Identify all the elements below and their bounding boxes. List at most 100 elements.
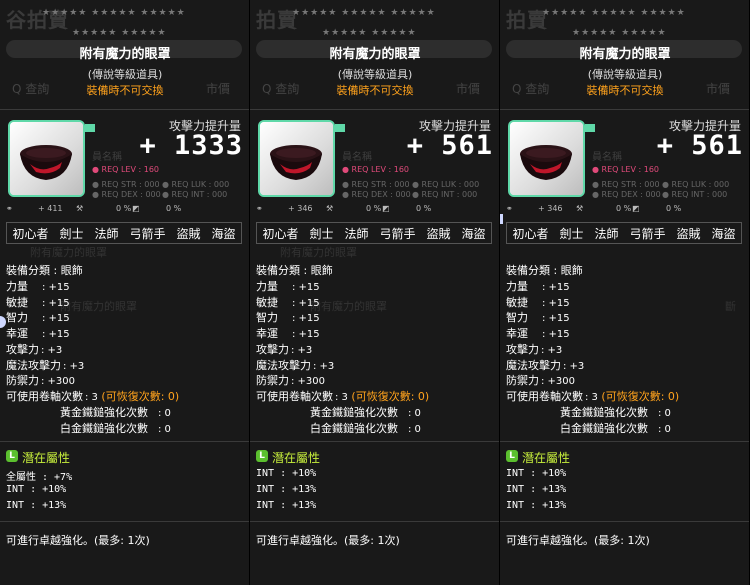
eye-patch-icon <box>270 145 322 180</box>
stat-int: 智力: +15 <box>6 311 70 324</box>
job-pirate: 海盜 <box>711 226 736 241</box>
stat-platinum-hammer: 白金鐵鎚強化次數: 0 <box>560 422 671 435</box>
transcendence-note: 可進行卓越強化。(最多: 1次) <box>256 534 400 547</box>
divider <box>500 521 749 522</box>
stat-dex: 敏捷: +15 <box>256 296 320 309</box>
attack-increase-value: + 561 <box>406 130 493 161</box>
transcendence-note: 可進行卓越強化。(最多: 1次) <box>6 534 150 547</box>
job-beginner: 初心者 <box>512 226 549 241</box>
job-warrior: 劍士 <box>309 226 334 241</box>
stat-magic-attack: 魔法攻擊力: +3 <box>256 359 335 372</box>
potential-line-1: INT: +10% <box>506 468 567 479</box>
potential-title: 潛在屬性 <box>22 451 71 465</box>
upgrade-pct-1: 0 % <box>616 204 632 213</box>
req-level: ● REQ LEV : 160 <box>92 165 160 174</box>
divider <box>500 109 749 110</box>
stat-golden-hammer: 黃金鐵鎚強化次數: 0 <box>60 406 171 419</box>
trade-restriction: 裝備時不可交換 <box>586 84 664 97</box>
stat-platinum-hammer: 白金鐵鎚強化次數: 0 <box>60 422 171 435</box>
cursor-marker <box>500 214 503 224</box>
item-name: 附有魔力的眼罩 <box>579 47 671 62</box>
upgrade-pct-2: 0 % <box>166 204 182 213</box>
trade-restriction: 裝備時不可交換 <box>336 84 414 97</box>
eye-patch-icon <box>520 145 572 180</box>
star-force-row: ★★★★★ ★★★★★ ★★★★★ <box>542 8 686 18</box>
req-int: ● REQ INT : 000 <box>162 190 228 199</box>
job-bowman: 弓箭手 <box>629 226 666 241</box>
star-force-row-2: ★★★★★ ★★★★★ <box>572 28 667 38</box>
job-list: 初心者 劍士 法師 弓箭手 盜賊 海盜 <box>506 222 742 244</box>
upgrade-stat-value: + 346 <box>288 204 313 213</box>
job-magician: 法師 <box>94 226 119 241</box>
req-level: ● REQ LEV : 160 <box>342 165 410 174</box>
background-item-name-2: 附有魔力的眼罩 <box>310 300 387 313</box>
potential-line-1: INT: +10% <box>256 468 317 479</box>
potential-L-icon: L <box>256 450 268 462</box>
job-pirate: 海盜 <box>211 226 236 241</box>
frame-flag <box>335 124 345 132</box>
stat-luk: 幸運: +15 <box>6 327 70 340</box>
stat-golden-hammer: 黃金鐵鎚強化次數: 0 <box>560 406 671 419</box>
wrench-icon: ⚒ <box>576 204 584 213</box>
divider <box>250 521 499 522</box>
item-icon-frame <box>258 120 335 197</box>
potential-L-icon: L <box>6 450 18 462</box>
item-grade: (傳說等級道具) <box>587 68 663 81</box>
background-name-label: 員名稱 <box>342 152 372 163</box>
upgrade-stat-row: ⚭ + 346 ⚒ 0 % ◩ 0 % <box>256 204 496 216</box>
job-thief: 盜賊 <box>176 226 201 241</box>
stat-category: 裝備分類 : 眼飾 <box>6 264 83 277</box>
req-luk: ● REQ LUK : 000 <box>162 180 230 189</box>
trade-restriction: 裝備時不可交換 <box>86 84 164 97</box>
star-force-row-2: ★★★★★ ★★★★★ <box>72 28 167 38</box>
background-text: 斷 <box>725 300 736 313</box>
upgrade-pct-2: 0 % <box>666 204 682 213</box>
job-thief: 盜賊 <box>676 226 701 241</box>
star-force-row: ★★★★★ ★★★★★ ★★★★★ <box>292 8 436 18</box>
item-icon-frame <box>8 120 85 197</box>
stat-luk: 幸運: +15 <box>506 327 570 340</box>
upgrade-stat-row: ⚭ + 411 ⚒ 0 % ◩ 0 % <box>6 204 246 216</box>
upgrade-pct-1: 0 % <box>116 204 132 213</box>
item-tooltip-panel: 拍賣 ★★★★★ ★★★★★ ★★★★★ ★★★★★ ★★★★★ 附有魔力的眼罩… <box>250 0 500 585</box>
stat-magic-attack: 魔法攻擊力: +3 <box>506 359 585 372</box>
shield-icon: ◩ <box>632 204 640 213</box>
item-name: 附有魔力的眼罩 <box>79 47 171 62</box>
req-dex: ● REQ DEX : 000 <box>592 190 661 199</box>
job-bowman: 弓箭手 <box>129 226 166 241</box>
stat-magic-attack: 魔法攻擊力: +3 <box>6 359 85 372</box>
stat-dex: 敏捷: +15 <box>6 296 70 309</box>
stat-category: 裝備分類 : 眼飾 <box>506 264 583 277</box>
shield-icon: ◩ <box>132 204 140 213</box>
background-name-label: 員名稱 <box>592 152 622 163</box>
job-magician: 法師 <box>594 226 619 241</box>
potential-line-3: INT: +13% <box>506 500 567 511</box>
potential-title: 潛在屬性 <box>522 451 571 465</box>
link-icon: ⚭ <box>6 204 13 213</box>
item-tooltip-panel: 谷拍賣 ★★★★★ ★★★★★ ★★★★★ ★★★★★ ★★★★★ 附有魔力的眼… <box>0 0 250 585</box>
req-level: ● REQ LEV : 160 <box>592 165 660 174</box>
wrench-icon: ⚒ <box>76 204 84 213</box>
star-force-row-2: ★★★★★ ★★★★★ <box>322 28 417 38</box>
stat-attack: 攻擊力: +3 <box>256 343 313 356</box>
upgrade-stat-value: + 346 <box>538 204 563 213</box>
divider <box>250 441 499 442</box>
req-dex: ● REQ DEX : 000 <box>342 190 411 199</box>
transcendence-note: 可進行卓越強化。(最多: 1次) <box>506 534 650 547</box>
stat-attack: 攻擊力: +3 <box>506 343 563 356</box>
star-force-row: ★★★★★ ★★★★★ ★★★★★ <box>42 8 186 18</box>
stat-scroll-slots: 可使用卷軸次數: 3 (可恢復次數: 0) <box>506 390 680 403</box>
req-str: ● REQ STR : 000 <box>342 180 410 189</box>
job-thief: 盜賊 <box>426 226 451 241</box>
stat-scroll-slots: 可使用卷軸次數: 3 (可恢復次數: 0) <box>6 390 180 403</box>
upgrade-stat-value: + 411 <box>38 204 63 213</box>
item-icon-frame <box>508 120 585 197</box>
frame-flag <box>85 124 95 132</box>
potential-title: 潛在屬性 <box>272 451 321 465</box>
divider <box>0 109 249 110</box>
job-beginner: 初心者 <box>262 226 299 241</box>
stat-str: 力量: +15 <box>6 280 70 293</box>
divider <box>0 521 249 522</box>
job-warrior: 劍士 <box>559 226 584 241</box>
item-grade: (傳說等級道具) <box>87 68 163 81</box>
